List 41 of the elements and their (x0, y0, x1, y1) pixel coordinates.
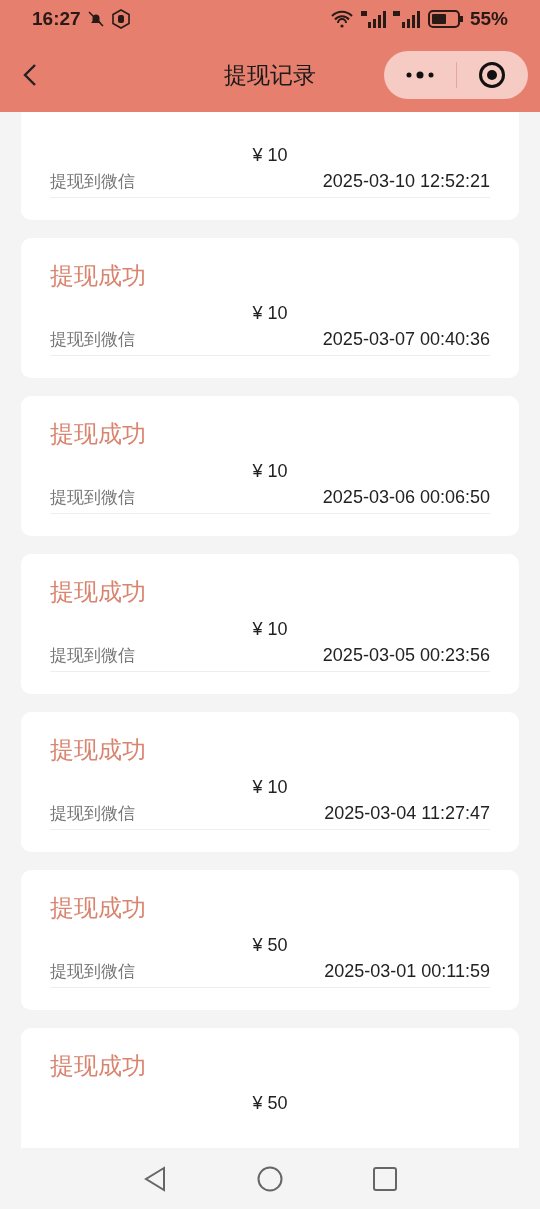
record-amount: ¥ 10 (251, 618, 289, 641)
bell-muted-icon (86, 10, 105, 28)
signal-4g-icon (359, 10, 386, 28)
record-status: 提现成功 (50, 1051, 147, 1081)
record-time: 2025-03-01 00:11:59 (324, 960, 490, 983)
nav-back-button[interactable] (143, 1165, 167, 1192)
wifi-icon (329, 10, 354, 28)
square-icon (373, 1166, 397, 1191)
nav-recent-button[interactable] (373, 1166, 397, 1191)
record-status: 提现成功 (50, 893, 147, 923)
record-status: 提现成功 (50, 735, 147, 765)
target-icon (478, 61, 507, 89)
record-time: 2025-03-06 00:06:50 (322, 486, 490, 509)
page-title: 提现记录 (224, 60, 316, 90)
triangle-icon (143, 1165, 167, 1192)
nav-home-button[interactable] (257, 1165, 283, 1192)
record-amount: ¥ 50 (251, 1092, 289, 1115)
record-destination: 提现到微信 (50, 328, 135, 351)
record-amount: ¥ 10 (251, 302, 289, 325)
record-status: 提现成功 (50, 261, 147, 291)
record-destination: 提现到微信 (50, 486, 135, 509)
battery-icon (427, 10, 464, 28)
record-time: 2025-03-05 00:23:56 (322, 644, 490, 667)
record-status: 提现成功 (50, 577, 147, 607)
record-amount: ¥ 10 (251, 144, 289, 167)
record-destination: 提现到微信 (50, 170, 135, 193)
record-amount: ¥ 10 (251, 776, 289, 799)
record-time: 2025-03-04 11:27:47 (324, 802, 490, 825)
battery-percent: 55% (469, 6, 508, 31)
record-time: 2025-03-10 12:52:21 (322, 170, 490, 193)
record-amount: ¥ 10 (251, 460, 289, 483)
circle-icon (257, 1165, 283, 1192)
status-time: 16:27 (32, 6, 81, 31)
signal-5g-icon (391, 10, 422, 28)
record-status: 提现成功 (50, 419, 147, 449)
record-time: 2025-03-07 00:40:36 (322, 328, 490, 351)
record-amount: ¥ 50 (251, 934, 289, 957)
record-destination: 提现到微信 (50, 802, 135, 825)
record-destination: 提现到微信 (50, 644, 135, 667)
record-destination: 提现到微信 (50, 960, 135, 983)
back-icon (23, 63, 37, 87)
